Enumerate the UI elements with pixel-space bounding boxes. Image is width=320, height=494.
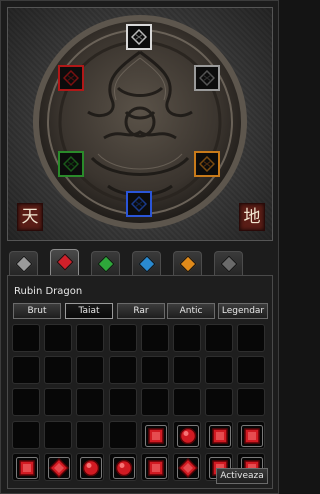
- ruby-square-gem-icon: [241, 425, 263, 447]
- grade-button-legendar[interactable]: Legendar: [218, 303, 268, 319]
- inventory-slot[interactable]: [173, 421, 201, 449]
- inventory-slot[interactable]: [173, 356, 201, 384]
- grade-button-taiat[interactable]: Taiat: [65, 303, 113, 319]
- ruby-gem-tab[interactable]: [50, 249, 79, 275]
- heaven-seal: 天: [17, 203, 43, 231]
- inventory-slot[interactable]: [44, 324, 72, 352]
- gray-gem-icon: [15, 255, 33, 273]
- onyx-gem-icon: [220, 255, 238, 273]
- sapphire-gem-icon: [138, 255, 156, 273]
- ruby-diamond-gem-icon: [177, 457, 199, 479]
- grade-button-brut[interactable]: Brut: [13, 303, 61, 319]
- inventory-slot[interactable]: [205, 324, 233, 352]
- inventory-slot[interactable]: [205, 388, 233, 416]
- ruby-round-gem-icon: [80, 457, 102, 479]
- inventory-slot[interactable]: [12, 453, 40, 481]
- grade-button-antic[interactable]: Antic: [167, 303, 215, 319]
- selected-gem-name: Rubin Dragon: [14, 286, 83, 297]
- inventory-slot[interactable]: [173, 388, 201, 416]
- inventory-slot[interactable]: [237, 388, 265, 416]
- inventory-slot[interactable]: [205, 421, 233, 449]
- green-socket-icon[interactable]: [58, 151, 84, 177]
- blue-socket-icon[interactable]: [126, 191, 152, 217]
- sapphire-gem-tab[interactable]: [132, 251, 161, 275]
- inventory-slot[interactable]: [109, 356, 137, 384]
- inventory-slot[interactable]: [76, 324, 104, 352]
- white-socket-icon[interactable]: [126, 24, 152, 50]
- ruby-gem-icon: [56, 253, 74, 271]
- inventory-slot[interactable]: [173, 324, 201, 352]
- inventory-slot[interactable]: [173, 453, 201, 481]
- inventory-slot[interactable]: [12, 421, 40, 449]
- inventory-slot[interactable]: [12, 324, 40, 352]
- gem-inventory-panel: Rubin Dragon Brut Taiat Rar Antic Legend…: [7, 275, 273, 489]
- grade-button-rar[interactable]: Rar: [117, 303, 165, 319]
- inventory-slot[interactable]: [12, 388, 40, 416]
- inventory-slot[interactable]: [141, 453, 169, 481]
- inventory-slot[interactable]: [44, 356, 72, 384]
- inventory-slot[interactable]: [44, 453, 72, 481]
- inventory-slot[interactable]: [109, 421, 137, 449]
- gray-gem-tab[interactable]: [9, 251, 38, 275]
- inventory-slot[interactable]: [109, 324, 137, 352]
- ruby-square-gem-icon: [16, 457, 38, 479]
- orange-socket-icon[interactable]: [194, 151, 220, 177]
- red-socket-icon[interactable]: [58, 65, 84, 91]
- inventory-slot[interactable]: [76, 421, 104, 449]
- inventory-slot[interactable]: [205, 356, 233, 384]
- dragon-soul-altar: 天 地: [7, 7, 273, 241]
- amber-gem-icon: [179, 255, 197, 273]
- inventory-slot[interactable]: [76, 453, 104, 481]
- gem-type-tabs: [7, 249, 273, 275]
- inventory-slot[interactable]: [141, 388, 169, 416]
- emerald-gem-tab[interactable]: [91, 251, 120, 275]
- ruby-diamond-gem-icon: [48, 457, 70, 479]
- inventory-slot[interactable]: [237, 356, 265, 384]
- amber-gem-tab[interactable]: [173, 251, 202, 275]
- ruby-square-gem-icon: [209, 425, 231, 447]
- inventory-slot[interactable]: [141, 324, 169, 352]
- activate-button[interactable]: Activeaza: [216, 468, 268, 484]
- inventory-slot[interactable]: [141, 356, 169, 384]
- earth-seal: 地: [239, 203, 265, 231]
- inventory-slot[interactable]: [44, 388, 72, 416]
- inventory-slot[interactable]: [44, 421, 72, 449]
- inventory-slot[interactable]: [109, 388, 137, 416]
- emerald-gem-icon: [97, 255, 115, 273]
- ruby-square-gem-icon: [145, 425, 167, 447]
- dragon-soul-window: 天 地 Rubin Dragon Brut Taiat Rar Antic Le…: [0, 0, 279, 494]
- inventory-slot[interactable]: [12, 356, 40, 384]
- inventory-slot[interactable]: [141, 421, 169, 449]
- onyx-gem-tab[interactable]: [214, 251, 243, 275]
- ruby-round-gem-icon: [113, 457, 135, 479]
- black-socket-icon[interactable]: [194, 65, 220, 91]
- ruby-square-gem-icon: [145, 457, 167, 479]
- inventory-slot[interactable]: [76, 388, 104, 416]
- inventory-slot[interactable]: [237, 421, 265, 449]
- ruby-round-gem-icon: [177, 425, 199, 447]
- inventory-slot[interactable]: [76, 356, 104, 384]
- inventory-slot[interactable]: [109, 453, 137, 481]
- inventory-slot[interactable]: [237, 324, 265, 352]
